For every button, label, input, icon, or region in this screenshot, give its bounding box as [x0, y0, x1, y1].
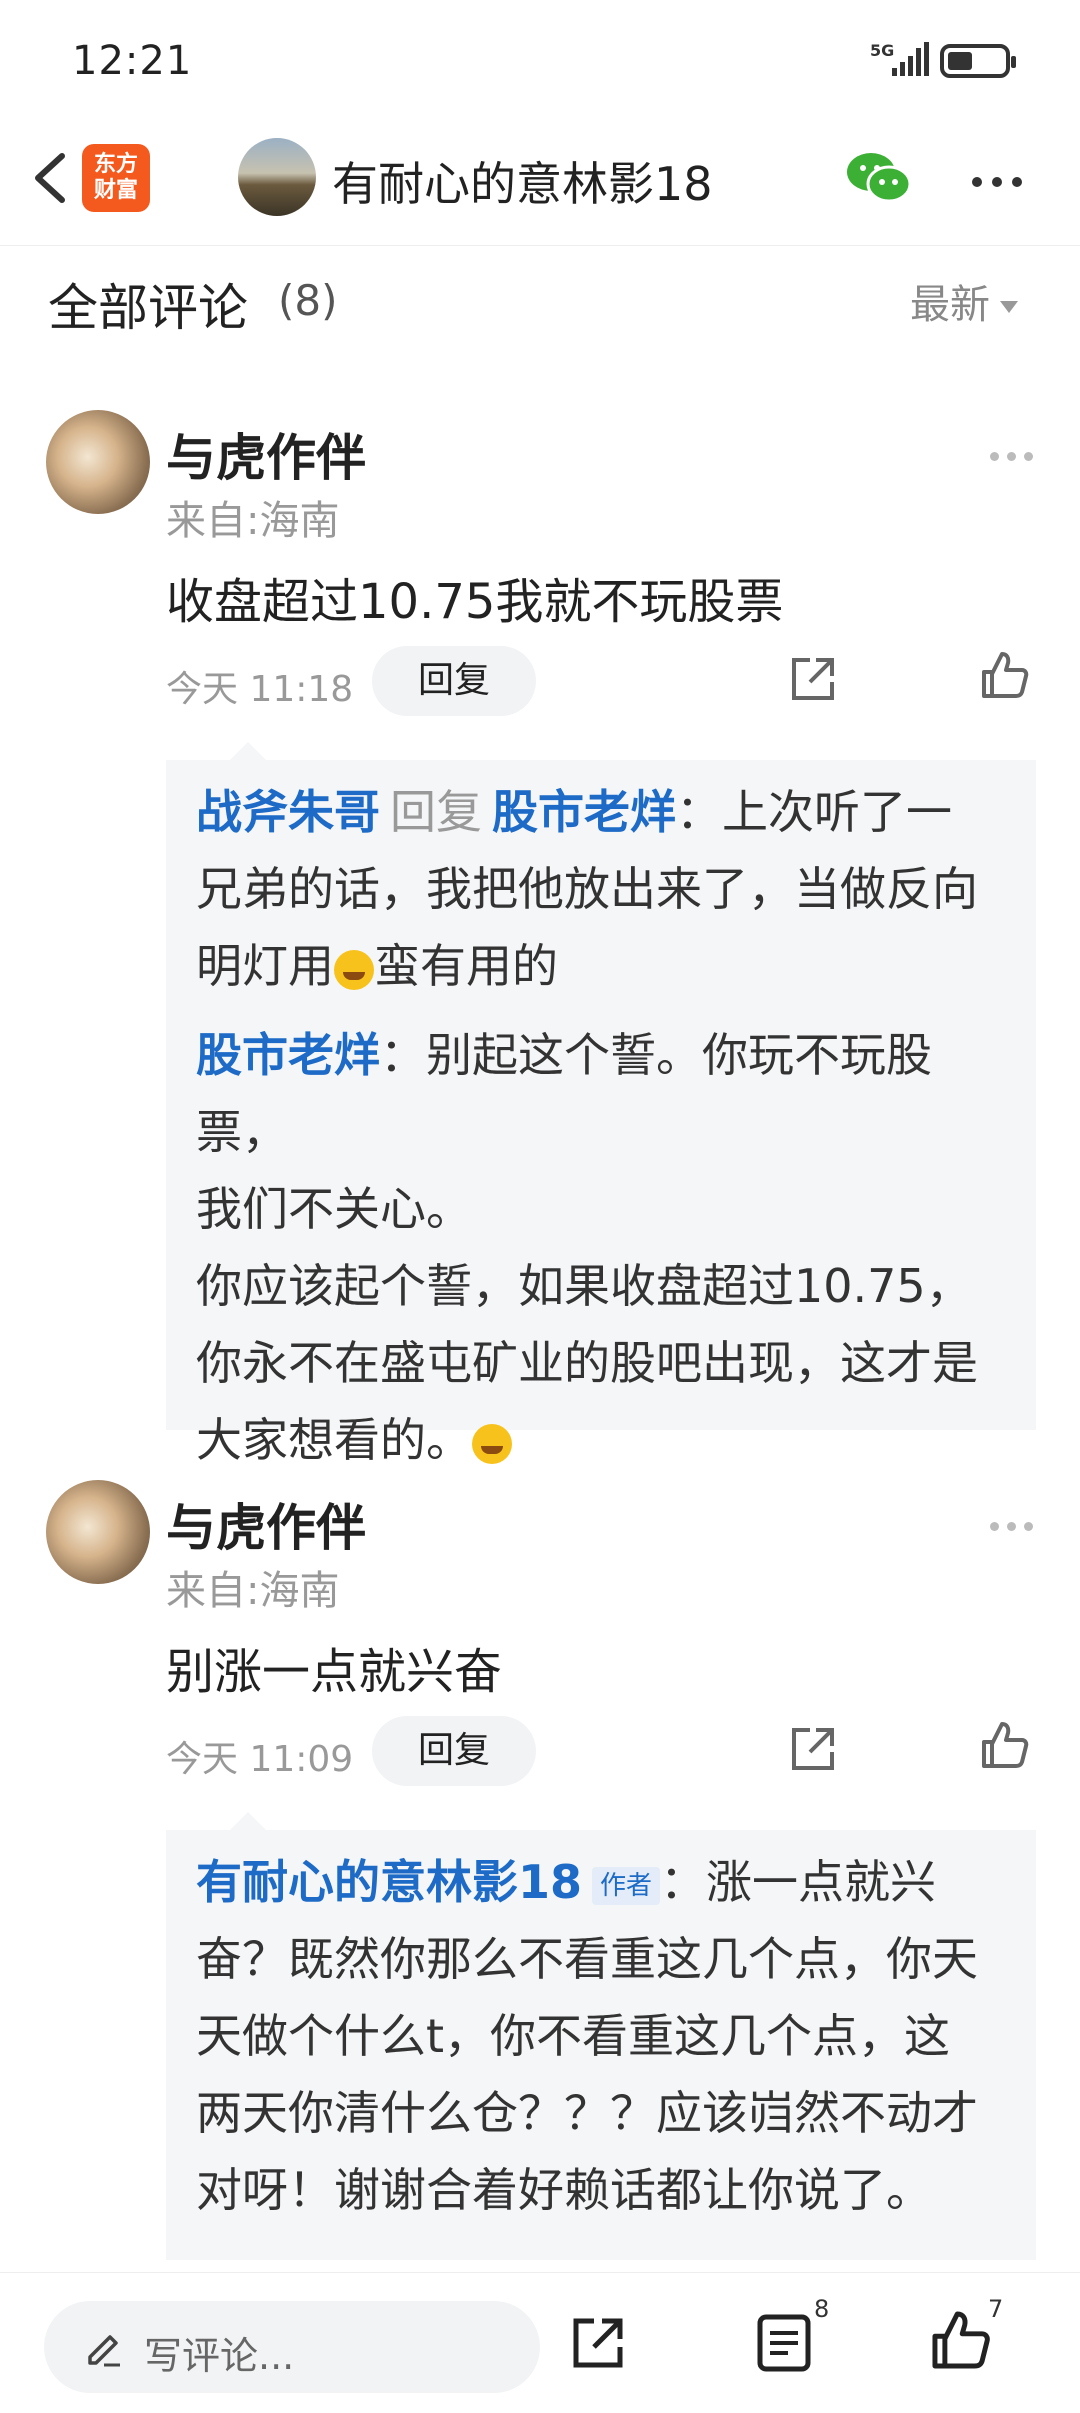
bottom-bar: 写评论... 8 7 [0, 2272, 1080, 2413]
reply-username[interactable]: 战斧朱哥 [196, 785, 380, 839]
comment-text: 收盘超过10.75我就不玩股票 [166, 574, 784, 630]
section-title: 全部评论 [48, 279, 248, 337]
battery-icon [940, 44, 1016, 78]
reply-text: 两天你清什么仓？？？应该岿然不动才 [196, 2086, 978, 2140]
reply-text: ：涨一点就兴 [660, 1855, 937, 1909]
more-icon[interactable] [990, 1516, 1041, 1535]
signal-icon: 5G [870, 40, 930, 84]
comment-location: 来自:海南 [166, 498, 340, 544]
reply-text: 明灯用 [196, 939, 334, 993]
reply-text: 奋？既然你那么不看重这几个点，你天 [196, 1932, 978, 1986]
comment-time: 今天 11:09 [166, 1739, 354, 1780]
reply-text-line: 大家想看的。 [196, 1402, 1016, 1479]
reply-thread: 有耐心的意林影18 作者 ：涨一点就兴 奋？既然你那么不看重这几个点，你天 天做个什… [166, 1812, 1036, 2260]
reply-button[interactable]: 回复 [372, 646, 536, 716]
smirk-emoji-icon [472, 1423, 512, 1464]
comment-placeholder: 写评论... [144, 2334, 295, 2378]
reply-text: 蛮有用的 [374, 939, 558, 993]
share-icon[interactable] [568, 2313, 628, 2377]
reply-item[interactable]: 股市老烊：别起这个誓。你玩不玩股票， [196, 1017, 1016, 1171]
reply-text: 你永不在盛屯矿业的股吧出现，这才是 [196, 1336, 978, 1390]
reply-button[interactable]: 回复 [372, 1716, 536, 1786]
author-badge: 作者 [592, 1866, 661, 1905]
app-logo[interactable]: 东方 财富 [82, 144, 150, 212]
page-title[interactable]: 有耐心的意林影18 [332, 148, 713, 214]
pencil-icon [84, 2327, 124, 2371]
svg-text:5G: 5G [870, 41, 894, 60]
comment-count-badge: 8 [814, 2295, 830, 2323]
comment-count: (8) [278, 276, 338, 325]
share-icon[interactable] [788, 1724, 838, 1778]
laugh-emoji-icon [334, 949, 374, 990]
reply-text-line: 明灯用 蛮有用的 [196, 928, 1016, 1005]
reply-username[interactable]: 有耐心的意林影18 [196, 1855, 582, 1909]
logo-text-1: 东方 [93, 152, 138, 177]
back-icon[interactable] [24, 148, 84, 208]
reply-username[interactable]: 股市老烊 [196, 1028, 380, 1082]
reply-text: 我们不关心。 [196, 1182, 472, 1236]
like-icon[interactable]: 7 [930, 2295, 1003, 2375]
like-icon[interactable] [980, 1720, 1030, 1774]
comment-username[interactable]: 与虎作伴 [166, 418, 366, 490]
reply-item[interactable]: 战斧朱哥 回复 股市老烊：上次听了一 [196, 774, 1016, 851]
more-icon[interactable] [972, 172, 1032, 191]
wechat-icon[interactable] [845, 150, 912, 210]
more-icon[interactable] [990, 446, 1041, 465]
reply-target[interactable]: 股市老烊 [492, 785, 676, 839]
reply-text: 天做个什么t，你不看重这几个点，这 [196, 2009, 951, 2063]
comment-location: 来自:海南 [166, 1568, 340, 1614]
sort-dropdown[interactable]: 最新 [910, 272, 1018, 330]
avatar[interactable] [46, 1480, 150, 1584]
reply-text: 大家想看的。 [196, 1413, 472, 1467]
comments-list-button[interactable]: 8 [756, 2295, 829, 2377]
status-time: 12:21 [72, 38, 193, 84]
like-icon[interactable] [980, 650, 1030, 704]
author-avatar[interactable] [238, 138, 316, 216]
reply-label: 回复 [390, 785, 482, 839]
top-nav: 东方 财富 有耐心的意林影18 [0, 120, 1080, 246]
comment-text: 别涨一点就兴奋 [166, 1644, 503, 1700]
chevron-down-icon [1000, 301, 1018, 313]
reply-text: 对呀！谢谢合着好赖话都让你说了。 [196, 2163, 932, 2217]
reply-text: ：上次听了一 [676, 785, 952, 839]
share-icon[interactable] [788, 654, 838, 708]
reply-text: 兄弟的话，我把他放出来了，当做反向 [196, 862, 978, 916]
comment-input[interactable]: 写评论... [44, 2301, 540, 2393]
like-count-badge: 7 [988, 2295, 1004, 2323]
reply-thread: 战斧朱哥 回复 股市老烊：上次听了一 兄弟的话，我把他放出来了，当做反向 明灯用 蛮有… [166, 742, 1036, 1467]
reply-text: 你应该起个誓，如果收盘超过10.75， [196, 1259, 972, 1313]
reply-item[interactable]: 有耐心的意林影18 作者 ：涨一点就兴 [196, 1844, 1016, 1921]
comment-username[interactable]: 与虎作伴 [166, 1488, 366, 1560]
avatar[interactable] [46, 410, 150, 514]
status-bar: 12:21 5G [0, 0, 1080, 120]
comment-time: 今天 11:18 [166, 669, 354, 710]
sort-label: 最新 [910, 282, 990, 328]
logo-text-2: 财富 [93, 178, 138, 203]
